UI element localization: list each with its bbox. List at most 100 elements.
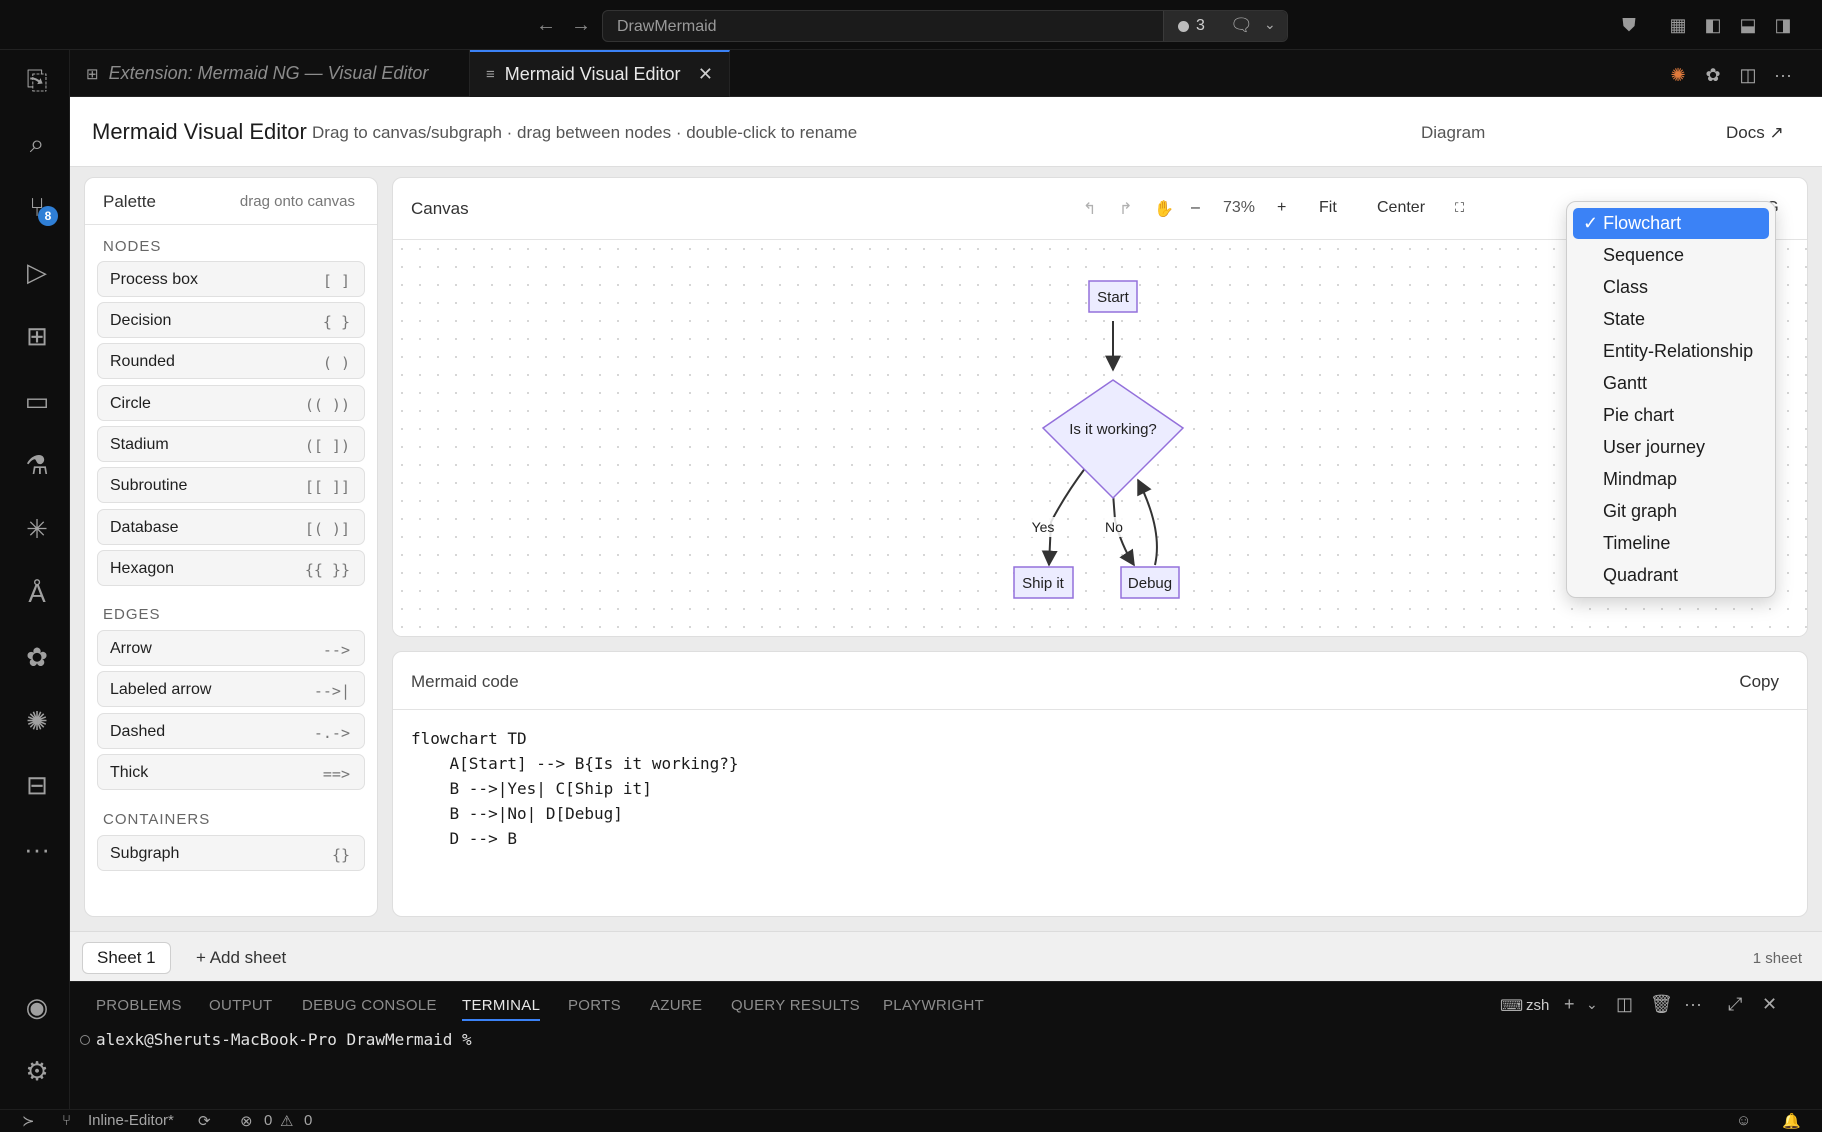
palette-item-database[interactable]: Database [( )] — [97, 509, 365, 545]
palette-item-labeled-arrow[interactable]: Labeled arrow -->| — [97, 671, 365, 707]
palette-item-dashed[interactable]: Dashed -.-> — [97, 713, 365, 749]
palette-item-decision[interactable]: Decision { } — [97, 302, 365, 338]
item-label: Thick — [110, 764, 149, 781]
toggle-secondary-sidebar-icon[interactable]: ◨ — [1771, 13, 1795, 37]
copilot-icon[interactable]: ☺ — [1736, 1112, 1751, 1129]
redo-icon[interactable]: ↱ — [1119, 199, 1132, 219]
option-state[interactable]: State — [1573, 304, 1769, 335]
option-entity-relationship[interactable]: Entity-Relationship — [1573, 336, 1769, 367]
command-center-search[interactable]: DrawMermaid 3 🗨 ⌄ — [602, 10, 1288, 42]
account-icon[interactable]: ◉ — [20, 990, 54, 1024]
warning-count[interactable]: 0 — [304, 1112, 312, 1129]
back-arrow-icon[interactable]: ← — [533, 11, 559, 39]
bell-icon[interactable]: 🔔 — [1782, 1112, 1801, 1130]
claude-icon[interactable]: ✳ — [20, 512, 54, 546]
terminal-prompt-line[interactable]: alexk@Sheruts-MacBook-Pro DrawMermaid % — [80, 1030, 472, 1049]
branch-name[interactable]: Inline-Editor* — [88, 1112, 174, 1129]
explorer-icon[interactable]: ⎘ — [20, 63, 54, 97]
tab-output[interactable]: OUTPUT — [209, 997, 272, 1014]
zoom-in-button[interactable]: + — [1277, 199, 1286, 217]
claude-sparkle-icon[interactable]: ✺ — [1666, 63, 1690, 87]
database-icon[interactable]: ⊟ — [20, 768, 54, 802]
edge-decision-to-ship[interactable] — [1041, 466, 1087, 567]
maximize-panel-icon[interactable]: ⤢ — [1728, 994, 1742, 1015]
node-decision[interactable] — [1041, 379, 1185, 500]
option-sequence[interactable]: Sequence — [1573, 240, 1769, 271]
tab-debug-console[interactable]: DEBUG CONSOLE — [302, 997, 437, 1014]
palette-item-rounded[interactable]: Rounded ( ) — [97, 343, 365, 379]
close-panel-icon[interactable]: ✕ — [1762, 994, 1777, 1015]
more-actions-icon[interactable]: ··· — [1684, 994, 1702, 1015]
zoom-out-button[interactable]: – — [1191, 199, 1200, 217]
more-actions-icon[interactable]: ··· — [1771, 63, 1795, 87]
docs-link[interactable]: Docs ↗ — [1726, 123, 1784, 143]
tab-problems[interactable]: PROBLEMS — [96, 997, 182, 1014]
split-terminal-icon[interactable]: ◫ — [1616, 994, 1633, 1015]
sheet-tab-1[interactable]: Sheet 1 — [82, 942, 171, 974]
openai-icon[interactable]: ✿ — [1701, 63, 1725, 87]
option-quadrant[interactable]: Quadrant — [1573, 560, 1769, 591]
tab-query-results[interactable]: QUERY RESULTS — [731, 997, 860, 1014]
terminal-shell-name[interactable]: zsh — [1526, 997, 1549, 1014]
palette-item-circle[interactable]: Circle (( )) — [97, 385, 365, 421]
option-flowchart[interactable]: ✓ Flowchart — [1573, 208, 1769, 239]
trash-icon[interactable]: 🗑 — [1650, 994, 1673, 1015]
chat-icon[interactable]: 🗨 — [1230, 15, 1253, 36]
diagram-type-dropdown[interactable]: ✓ Flowchart Sequence Class State Entity-… — [1566, 201, 1776, 598]
azure-icon[interactable]: Å — [20, 576, 54, 610]
forward-arrow-icon[interactable]: → — [568, 11, 594, 39]
chevron-down-icon[interactable]: ⌄ — [1586, 996, 1598, 1013]
option-gantt[interactable]: Gantt — [1573, 368, 1769, 399]
palette-item-hexagon[interactable]: Hexagon {{ }} — [97, 550, 365, 586]
error-count[interactable]: 0 — [264, 1112, 272, 1129]
mermaid-code-editor[interactable]: flowchart TD A[Start] --> B{Is it workin… — [411, 726, 739, 851]
palette-item-thick[interactable]: Thick ==> — [97, 754, 365, 790]
center-button[interactable]: Center — [1377, 199, 1425, 217]
option-git-graph[interactable]: Git graph — [1573, 496, 1769, 527]
palette-item-stadium[interactable]: Stadium ([ ]) — [97, 426, 365, 462]
extensions-icon[interactable]: ⊞ — [20, 319, 54, 353]
tab-mermaid-visual-editor[interactable]: ≡ Mermaid Visual Editor ✕ — [470, 50, 730, 97]
copy-button[interactable]: Copy — [1739, 672, 1779, 692]
palette-item-subgraph[interactable]: Subgraph {} — [97, 835, 365, 871]
palette-item-subroutine[interactable]: Subroutine [[ ]] — [97, 467, 365, 503]
more-icon[interactable]: ··· — [20, 832, 54, 866]
pan-hand-icon[interactable]: ✋ — [1154, 199, 1174, 219]
toggle-sidebar-icon[interactable]: ◧ — [1701, 13, 1725, 37]
undo-icon[interactable]: ↰ — [1083, 199, 1096, 219]
add-sheet-button[interactable]: + Add sheet — [186, 943, 296, 975]
option-timeline[interactable]: Timeline — [1573, 528, 1769, 559]
split-editor-icon[interactable]: ◫ — [1736, 63, 1760, 87]
toggle-panel-icon[interactable]: ⬓ — [1736, 13, 1760, 37]
source-control-icon[interactable]: ⑂ 8 — [20, 190, 58, 226]
compass-icon[interactable]: ✺ — [20, 704, 54, 738]
fit-button[interactable]: Fit — [1319, 199, 1337, 217]
testing-icon[interactable]: ⚗ — [20, 448, 54, 482]
tab-playwright[interactable]: PLAYWRIGHT — [883, 997, 984, 1014]
copilot-shield-icon[interactable]: ⛊ — [1617, 13, 1641, 37]
option-mindmap[interactable]: Mindmap — [1573, 464, 1769, 495]
option-user-journey[interactable]: User journey — [1573, 432, 1769, 463]
option-class[interactable]: Class — [1573, 272, 1769, 303]
new-terminal-icon[interactable]: + — [1564, 994, 1575, 1015]
edge-debug-to-decision[interactable] — [1137, 478, 1158, 566]
option-pie-chart[interactable]: Pie chart — [1573, 400, 1769, 431]
palette-item-arrow[interactable]: Arrow --> — [97, 630, 365, 666]
settings-gear-icon[interactable]: ⚙ — [20, 1054, 54, 1088]
customize-layout-icon[interactable]: ▦ — [1666, 13, 1690, 37]
sync-icon[interactable]: ⟳ — [198, 1112, 211, 1130]
notification-group[interactable]: 3 🗨 ⌄ — [1163, 11, 1287, 41]
remote-icon[interactable]: ≻ — [22, 1112, 35, 1130]
chevron-down-icon[interactable]: ⌄ — [1264, 16, 1276, 33]
tab-ports[interactable]: PORTS — [568, 997, 621, 1014]
search-icon[interactable]: ⌕ — [20, 126, 54, 160]
palette-item-process-box[interactable]: Process box [ ] — [97, 261, 365, 297]
tab-extension-details[interactable]: ⊞ Extension: Mermaid NG — Visual Editor — [70, 50, 470, 97]
close-icon[interactable]: ✕ — [698, 64, 713, 85]
remote-explorer-icon[interactable]: ▭ — [20, 384, 54, 418]
run-debug-icon[interactable]: ▷ — [20, 255, 54, 289]
tab-terminal[interactable]: TERMINAL — [462, 997, 541, 1021]
fullscreen-icon[interactable]: ⛶ — [1455, 200, 1464, 216]
kubernetes-icon[interactable]: ✿ — [20, 640, 54, 674]
tab-azure[interactable]: AZURE — [650, 997, 702, 1014]
